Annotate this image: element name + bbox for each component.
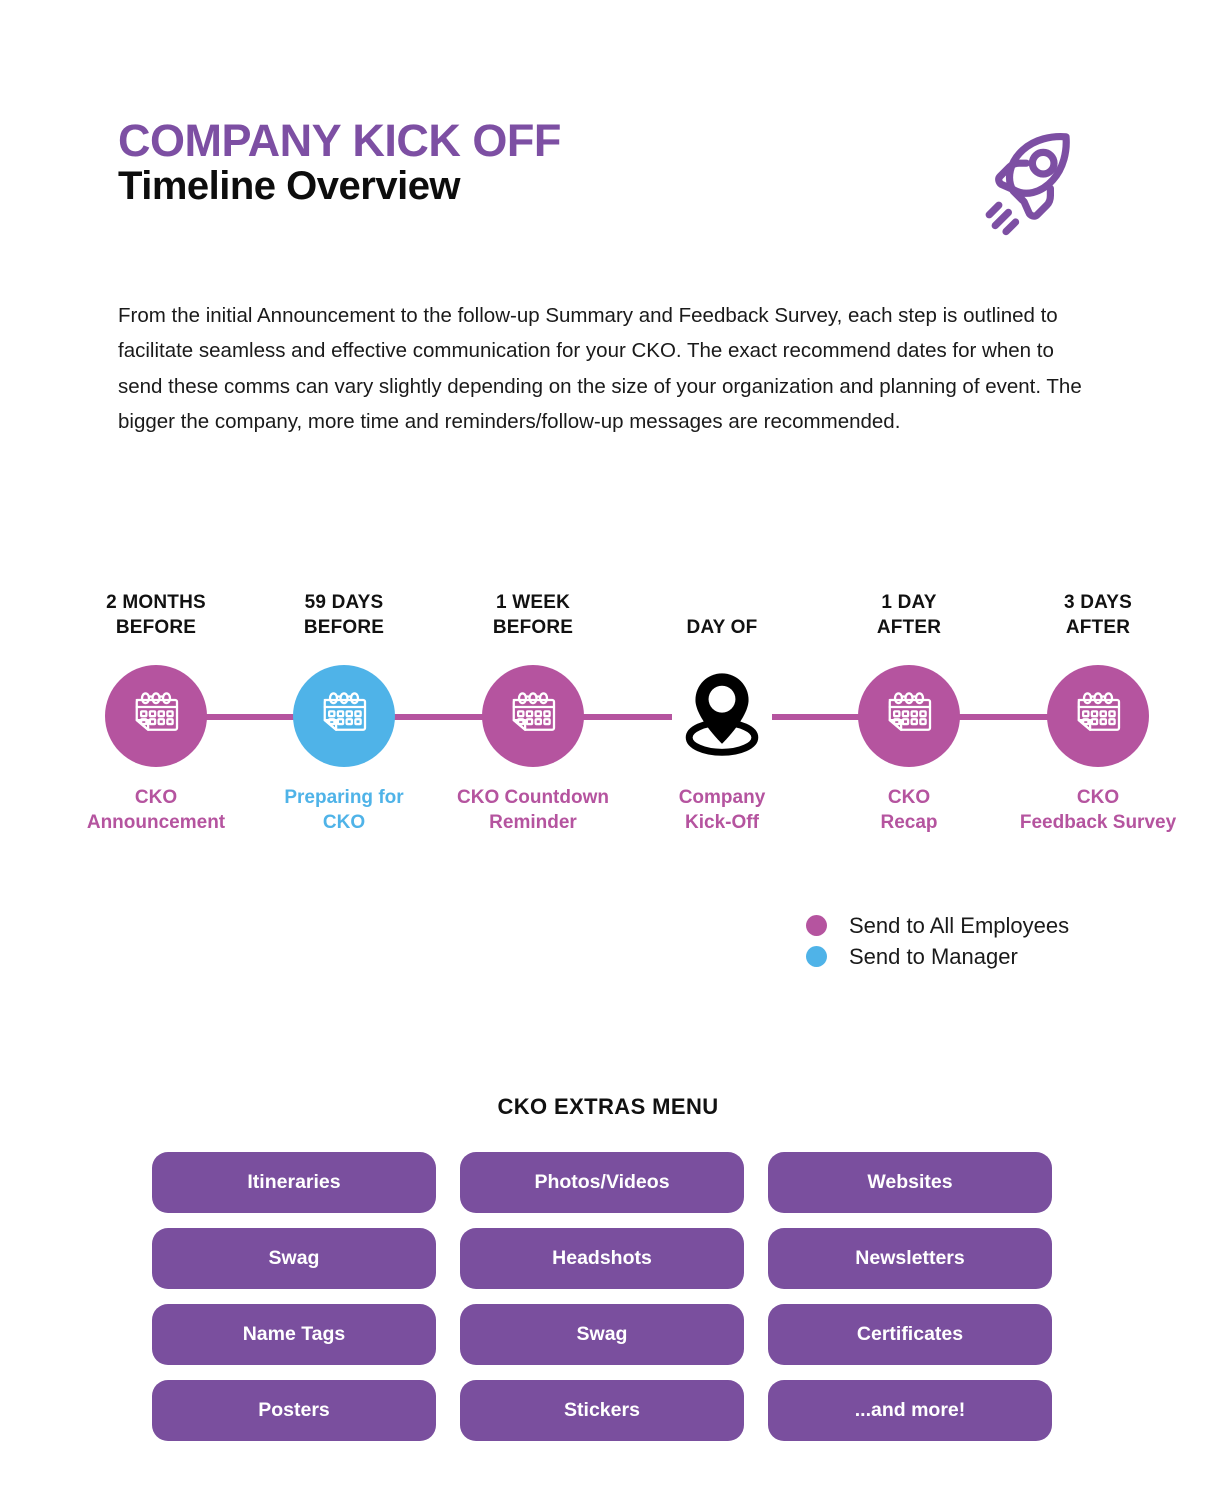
- extras-button-name-tags[interactable]: Name Tags: [152, 1304, 436, 1365]
- legend: Send to All Employees Send to Manager: [806, 910, 1069, 972]
- timeline-when-4: DAY OF: [686, 617, 758, 638]
- timeline-node-preparing-for-cko[interactable]: 59 DAYS BEFORE Preparing for CKO: [249, 590, 439, 835]
- timeline-circle-4: [671, 665, 773, 767]
- page-root: COMPANY KICK OFF Timeline Overview From …: [0, 0, 1216, 1490]
- timeline-node-cko-announcement[interactable]: 2 MONTHS BEFORE CKO Announcement: [61, 590, 251, 835]
- timeline: 2 MONTHS BEFORE CKO Announcement 59 DAYS…: [0, 590, 1216, 890]
- extras-button-newsletters[interactable]: Newsletters: [768, 1228, 1052, 1289]
- extras-button-and-more[interactable]: ...and more!: [768, 1380, 1052, 1441]
- timeline-circle-3: [482, 665, 584, 767]
- timeline-node-cko-recap[interactable]: 1 DAY AFTER CKO Recap: [814, 590, 1004, 835]
- timeline-node-cko-countdown-reminder[interactable]: 1 WEEK BEFORE CKO Countdown Reminder: [438, 590, 628, 835]
- timeline-when-1: 2 MONTHS BEFORE: [106, 592, 206, 638]
- calendar-icon: [316, 686, 372, 747]
- timeline-label-2: Preparing for CKO: [284, 787, 404, 833]
- timeline-when-2: 59 DAYS BEFORE: [303, 592, 385, 638]
- extras-menu-row: Itineraries Photos/Videos Websites: [152, 1152, 1052, 1213]
- extras-menu-row: Posters Stickers ...and more!: [152, 1380, 1052, 1441]
- calendar-icon: [505, 686, 561, 747]
- calendar-icon: [1070, 686, 1126, 747]
- location-pin-icon: [672, 664, 772, 769]
- timeline-label-3: CKO Countdown Reminder: [457, 787, 609, 833]
- timeline-circle-6: [1047, 665, 1149, 767]
- legend-item-all-employees: Send to All Employees: [806, 910, 1069, 941]
- timeline-circle-5: [858, 665, 960, 767]
- extras-button-posters[interactable]: Posters: [152, 1380, 436, 1441]
- timeline-when-6: 3 DAYS AFTER: [1063, 592, 1133, 638]
- timeline-label-5: CKO Recap: [880, 787, 938, 833]
- page-title-main: COMPANY KICK OFF: [118, 115, 561, 166]
- extras-menu-grid: Itineraries Photos/Videos Websites Swag …: [152, 1152, 1052, 1456]
- extras-button-websites[interactable]: Websites: [768, 1152, 1052, 1213]
- timeline-node-company-kick-off[interactable]: DAY OF Company Kick-Off: [627, 590, 817, 835]
- legend-dot-icon: [806, 946, 827, 967]
- extras-menu-row: Swag Headshots Newsletters: [152, 1228, 1052, 1289]
- rocket-icon: [970, 126, 1090, 246]
- timeline-label-4: Company Kick-Off: [678, 787, 766, 833]
- calendar-icon: [881, 686, 937, 747]
- timeline-circle-2: [293, 665, 395, 767]
- extras-button-stickers[interactable]: Stickers: [460, 1380, 744, 1441]
- extras-button-swag-2[interactable]: Swag: [460, 1304, 744, 1365]
- legend-item-manager: Send to Manager: [806, 941, 1069, 972]
- title-block: COMPANY KICK OFF Timeline Overview: [118, 118, 561, 209]
- timeline-when-3: 1 WEEK BEFORE: [492, 592, 574, 638]
- extras-menu-title: CKO EXTRAS MENU: [497, 1094, 719, 1119]
- extras-button-swag[interactable]: Swag: [152, 1228, 436, 1289]
- timeline-label-6: CKO Feedback Survey: [1019, 787, 1177, 833]
- extras-button-headshots[interactable]: Headshots: [460, 1228, 744, 1289]
- extras-button-certificates[interactable]: Certificates: [768, 1304, 1052, 1365]
- timeline-when-5: 1 DAY AFTER: [876, 592, 942, 638]
- extras-button-itineraries[interactable]: Itineraries: [152, 1152, 436, 1213]
- timeline-label-1: CKO Announcement: [86, 787, 226, 833]
- timeline-node-cko-feedback-survey[interactable]: 3 DAYS AFTER CKO Feedback Survey: [1003, 590, 1193, 835]
- page-title-sub: Timeline Overview: [118, 163, 461, 208]
- extras-menu-row: Name Tags Swag Certificates: [152, 1304, 1052, 1365]
- intro-paragraph: From the initial Announcement to the fol…: [118, 303, 1082, 434]
- legend-label-all-employees: Send to All Employees: [849, 912, 1070, 938]
- extras-button-photos-videos[interactable]: Photos/Videos: [460, 1152, 744, 1213]
- timeline-circle-1: [105, 665, 207, 767]
- page-header: COMPANY KICK OFF Timeline Overview: [118, 118, 1098, 236]
- calendar-icon: [128, 686, 184, 747]
- legend-dot-icon: [806, 915, 827, 936]
- legend-label-manager: Send to Manager: [849, 943, 1018, 969]
